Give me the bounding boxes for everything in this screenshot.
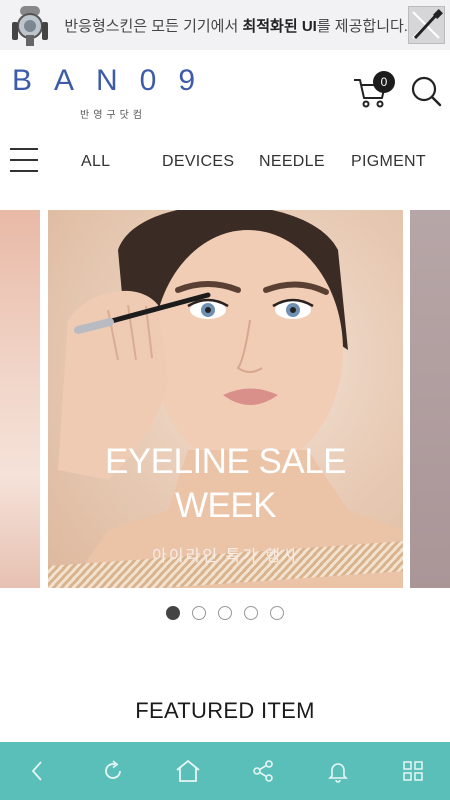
cart-count-badge: 0 [373, 71, 395, 93]
slide-title-line-1: EYELINE SALE [104, 442, 347, 481]
home-button[interactable] [150, 742, 225, 800]
slider-dot-1[interactable] [166, 606, 180, 620]
tattoo-machine-icon [0, 0, 60, 50]
category-needle[interactable]: NEEDLE [259, 153, 325, 171]
slide-subtitle: 아이라인 특가 행사 [152, 548, 299, 565]
category-pigment[interactable]: PIGMENT [351, 153, 426, 171]
previous-slide-peek[interactable] [0, 210, 40, 588]
home-icon [175, 759, 200, 782]
slider-dot-3[interactable] [218, 606, 232, 620]
next-slide-peek[interactable] [410, 210, 450, 588]
refresh-button[interactable] [75, 742, 150, 800]
slider-dot-5[interactable] [270, 606, 284, 620]
hero-slider[interactable]: EYELINE SALE WEEK 아이라인 특가 행사 [0, 210, 450, 588]
menu-grid-button[interactable] [375, 742, 450, 800]
promo-text-part: 반응형스킨은 모든 기기에서 [64, 17, 243, 35]
back-icon [31, 761, 42, 781]
close-button[interactable] [407, 6, 445, 44]
slide-title: EYELINE SALE WEEK [48, 440, 403, 528]
promo-text-part-end: 를 제공합니다. [316, 17, 408, 35]
grid-icon [402, 761, 423, 781]
bottom-toolbar [0, 742, 450, 800]
search-icon[interactable] [410, 75, 442, 107]
hamburger-menu-icon[interactable] [10, 148, 38, 176]
share-icon [252, 760, 273, 782]
model-photo [58, 210, 403, 588]
slider-pagination [0, 606, 450, 622]
bell-icon [327, 763, 348, 783]
promo-text-bold: 최적화된 UI [242, 17, 317, 35]
slider-dot-2[interactable] [192, 606, 206, 620]
promo-text: 반응형스킨은 모든 기기에서 최적화된 UI를 제공합니다. [60, 15, 408, 36]
site-header: BAN09 반영구닷컴 0 [0, 50, 450, 132]
notifications-button[interactable] [300, 742, 375, 800]
logo[interactable]: BAN09 [12, 64, 217, 98]
category-all[interactable]: ALL [81, 153, 110, 171]
back-button[interactable] [0, 742, 75, 800]
hero-slide[interactable]: EYELINE SALE WEEK 아이라인 특가 행사 [48, 210, 403, 588]
promo-banner[interactable]: 반응형스킨은 모든 기기에서 최적화된 UI를 제공합니다. [0, 0, 450, 50]
category-nav: ALL DEVICES NEEDLE PIGMENT [0, 136, 450, 190]
slide-title-line-2: WEEK [174, 486, 277, 525]
featured-heading: FEATURED ITEM [135, 698, 315, 723]
slider-dot-4[interactable] [244, 606, 258, 620]
share-button[interactable] [225, 742, 300, 800]
category-devices[interactable]: DEVICES [162, 153, 234, 171]
page: 반응형스킨은 모든 기기에서 최적화된 UI를 제공합니다. BAN09 반영구… [0, 0, 450, 800]
refresh-icon [104, 760, 121, 779]
close-icon [412, 9, 444, 40]
logo-subtitle: 반영구닷컴 [80, 110, 146, 121]
